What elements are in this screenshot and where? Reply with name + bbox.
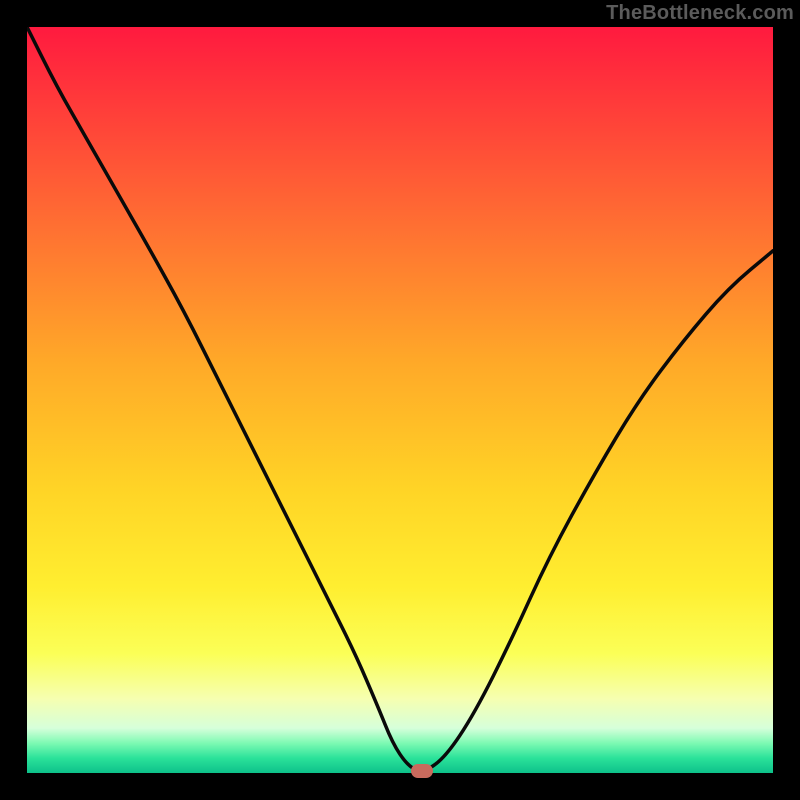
bottleneck-curve: [27, 27, 773, 773]
curve-path: [27, 27, 773, 773]
watermark-text: TheBottleneck.com: [606, 2, 794, 25]
optimal-point-marker: [411, 764, 433, 778]
chart-frame: TheBottleneck.com: [0, 0, 800, 800]
